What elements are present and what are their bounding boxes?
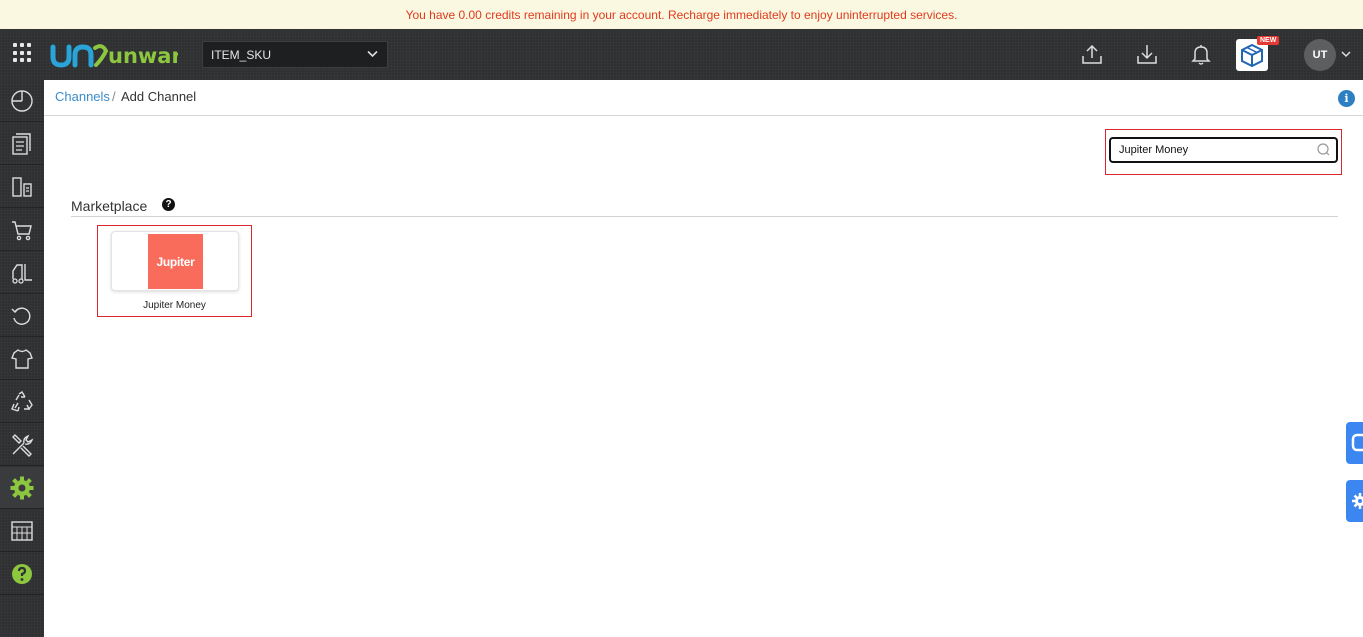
new-badge: NEW: [1257, 36, 1280, 45]
sidebar-item-orders[interactable]: [0, 123, 44, 165]
chat-icon: [1351, 433, 1363, 452]
floating-settings-button[interactable]: [1346, 480, 1363, 522]
sidebar-item-help[interactable]: [0, 553, 44, 595]
breadcrumb-channels-link[interactable]: Channels: [55, 89, 110, 104]
breadcrumb-current: Add Channel: [121, 89, 197, 104]
dashboard-icon: [11, 89, 33, 112]
top-navbar: unware ITEM_SKU NEW UT: [0, 29, 1363, 80]
credits-warning-banner: You have 0.00 credits remaining in your …: [0, 0, 1363, 29]
sidebar-item-tools[interactable]: [0, 424, 44, 466]
recycle-icon: [11, 390, 33, 412]
channel-card-name: Jupiter Money: [143, 300, 206, 311]
channel-card-logo-frame[interactable]: Jupiter: [111, 231, 239, 291]
settings-icon: [10, 476, 34, 499]
shipping-icon: [12, 176, 32, 197]
section-divider: [71, 216, 1338, 217]
reports-icon: [11, 520, 33, 541]
apps-grid-icon[interactable]: [13, 43, 33, 63]
channel-search-input[interactable]: [1119, 141, 1315, 159]
upload-icon[interactable]: [1081, 43, 1103, 65]
sidebar-item-reports[interactable]: [0, 510, 44, 552]
marketplace-help-icon[interactable]: ?: [162, 198, 175, 211]
channel-search-box[interactable]: [1109, 137, 1338, 163]
chevron-down-icon[interactable]: [1341, 51, 1351, 58]
returns-icon: [11, 307, 31, 325]
user-avatar[interactable]: UT: [1304, 39, 1336, 71]
download-icon[interactable]: [1136, 43, 1158, 65]
sidebar-item-products[interactable]: [0, 338, 44, 380]
jupiter-logo: Jupiter: [148, 234, 203, 289]
cart-icon: [12, 220, 32, 240]
logo-text: unware: [108, 44, 178, 68]
search-icon[interactable]: [1316, 143, 1330, 157]
sidebar-item-shipping[interactable]: [0, 166, 44, 208]
info-icon[interactable]: i: [1338, 90, 1355, 107]
breadcrumb-separator: /: [112, 89, 116, 104]
gear-icon: [1352, 493, 1363, 509]
tools-icon: [12, 433, 34, 457]
sidebar-item-returns[interactable]: [0, 295, 44, 337]
sku-select-value: ITEM_SKU: [211, 47, 272, 62]
sidebar-item-cart[interactable]: [0, 209, 44, 251]
floating-chat-button[interactable]: [1346, 422, 1363, 464]
forklift-icon: [12, 263, 32, 284]
sidebar-item-recycle[interactable]: [0, 381, 44, 423]
credits-warning-text: You have 0.00 credits remaining in your …: [405, 7, 958, 22]
sidebar-item-settings[interactable]: [0, 467, 44, 509]
orders-icon: [12, 132, 31, 155]
sidebar: [0, 80, 44, 637]
unware-logo[interactable]: unware: [50, 39, 178, 69]
sidebar-item-warehouse[interactable]: [0, 252, 44, 294]
chevron-down-icon: [367, 50, 378, 58]
bell-icon[interactable]: [1190, 43, 1212, 65]
help-icon: [12, 563, 32, 584]
sku-select[interactable]: ITEM_SKU: [202, 41, 388, 68]
sidebar-item-dashboard[interactable]: [0, 80, 44, 122]
breadcrumb: Channels / Add Channel i: [44, 80, 1363, 116]
product-icon: [11, 348, 33, 369]
marketplace-heading: Marketplace: [71, 198, 148, 214]
